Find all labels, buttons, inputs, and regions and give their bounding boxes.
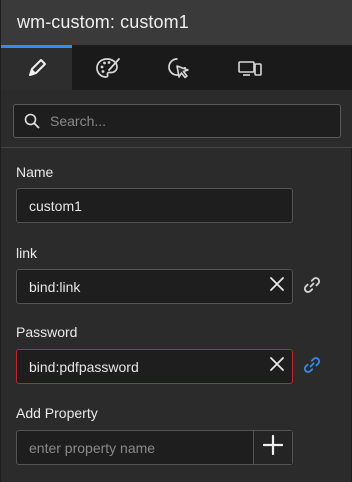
- tab-events[interactable]: [143, 45, 214, 90]
- panel-title: wm-custom: custom1: [17, 12, 189, 32]
- password-value: bind:pdfpassword: [29, 358, 139, 375]
- name-label: Name: [16, 164, 54, 180]
- password-clear-button[interactable]: [264, 350, 290, 383]
- password-bind-button[interactable]: [302, 356, 322, 379]
- devices-icon: [237, 58, 263, 78]
- search-box: [13, 104, 341, 138]
- name-value: custom1: [29, 197, 82, 214]
- add-property-label: Add Property: [16, 405, 98, 421]
- close-icon: [270, 357, 284, 376]
- password-label: Password: [16, 324, 78, 340]
- pencil-icon: [26, 57, 48, 79]
- link-chain-icon: [303, 276, 321, 299]
- link-chain-icon: [303, 356, 321, 379]
- property-tabs: [1, 45, 352, 90]
- properties-panel: wm-custom: custom1 Search... Name custom…: [0, 0, 352, 482]
- password-field[interactable]: bind:pdfpassword: [16, 349, 293, 384]
- palette-icon: [95, 56, 121, 80]
- link-clear-button[interactable]: [264, 270, 290, 303]
- tab-devices[interactable]: [214, 45, 285, 90]
- search-input[interactable]: [50, 106, 340, 136]
- tab-styles[interactable]: [72, 45, 143, 90]
- link-bind-button[interactable]: [302, 276, 322, 299]
- link-value: bind:link: [29, 278, 81, 295]
- add-property-button[interactable]: [253, 431, 292, 464]
- search-icon: [14, 104, 50, 138]
- plus-icon: [262, 434, 284, 460]
- panel-title-bar: wm-custom: custom1: [1, 0, 352, 45]
- add-property-field: [16, 430, 293, 465]
- close-icon: [270, 277, 284, 296]
- cursor-click-icon: [166, 56, 192, 80]
- tab-properties[interactable]: [1, 45, 72, 90]
- link-field[interactable]: bind:link: [16, 269, 293, 304]
- search-area: [1, 90, 352, 148]
- name-field[interactable]: custom1: [16, 188, 293, 223]
- add-property-input[interactable]: [17, 431, 253, 464]
- link-label: link: [16, 245, 38, 261]
